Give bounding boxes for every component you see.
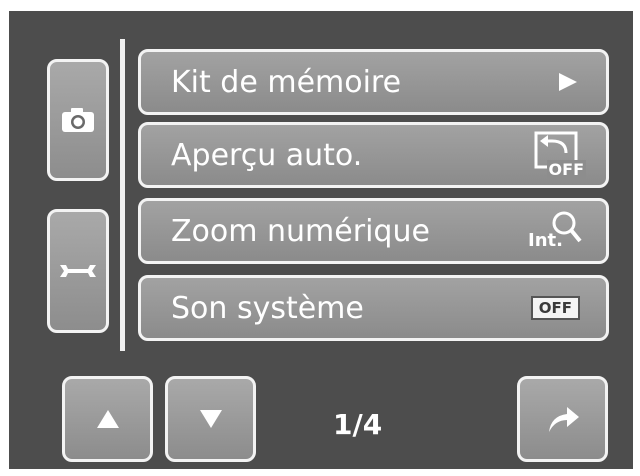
auto-review-badge: OFF [546, 160, 586, 179]
triangle-down-icon [199, 410, 222, 428]
play-arrow-icon [556, 71, 580, 93]
digital-zoom-icon: Int. [528, 209, 586, 253]
wrench-icon [60, 265, 96, 277]
next-button[interactable] [517, 376, 608, 462]
menu-item-label: Kit de mémoire [171, 64, 402, 100]
menu-item-system-sound[interactable]: Son système OFF [138, 275, 609, 341]
menu-item-auto-review[interactable]: Aperçu auto. OFF [138, 122, 609, 188]
menu-item-label: Zoom numérique [171, 213, 430, 249]
menu-item-label: Son système [171, 290, 364, 326]
menu-divider [120, 39, 125, 351]
curved-arrow-icon [548, 407, 579, 432]
sound-off-badge: OFF [530, 296, 580, 320]
digital-zoom-badge: Int. [528, 230, 563, 251]
page-down-button[interactable] [165, 376, 256, 462]
sound-off-icon: OFF [530, 296, 580, 320]
tab-camera[interactable] [47, 59, 109, 181]
page-indicator: 1/4 [333, 408, 383, 441]
camera-icon [62, 108, 94, 132]
camera-settings-screen: Kit de mémoire Aperçu auto. OFF Zoom num… [9, 11, 633, 469]
tab-setup[interactable] [47, 209, 109, 333]
page-up-button[interactable] [62, 376, 153, 462]
menu-item-digital-zoom[interactable]: Zoom numérique Int. [138, 198, 609, 264]
auto-review-off-icon: OFF [532, 131, 586, 179]
menu-item-label: Aperçu auto. [171, 137, 363, 173]
menu-item-memory-kit[interactable]: Kit de mémoire [138, 49, 609, 115]
triangle-up-icon [96, 410, 119, 428]
